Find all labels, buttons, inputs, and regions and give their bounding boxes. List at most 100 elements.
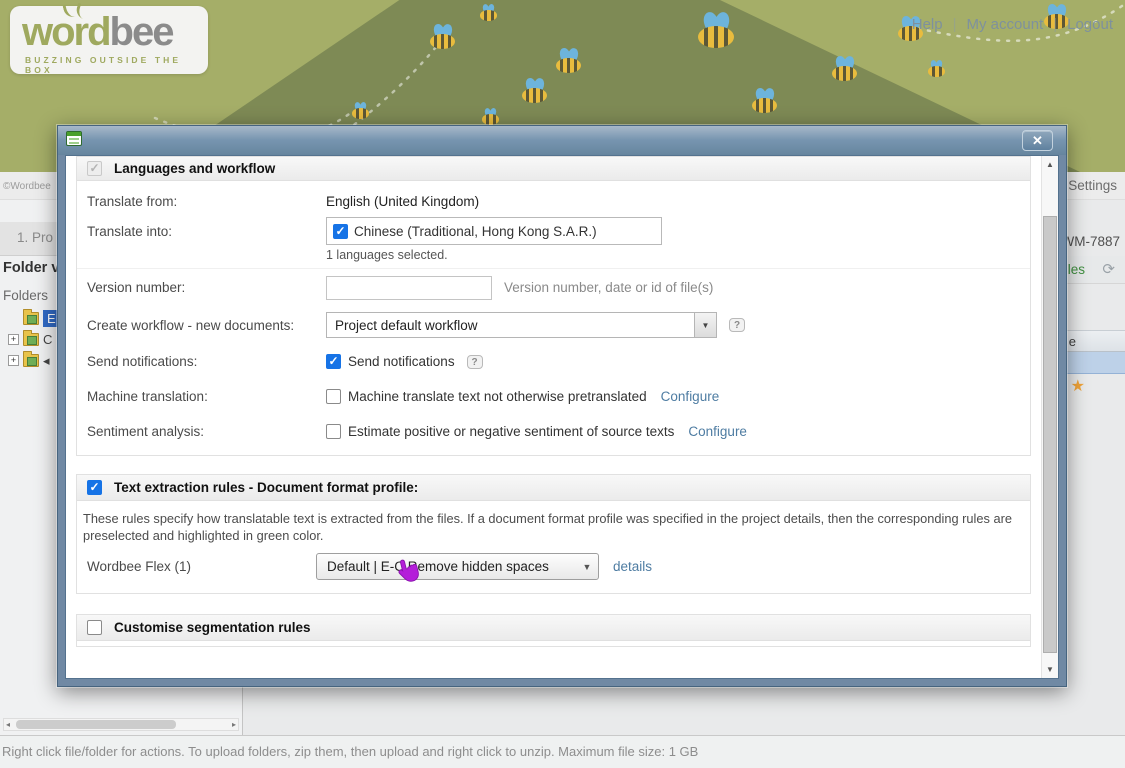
section-header: Text extraction rules - Document format …	[77, 475, 1030, 501]
field-label: Translate from:	[87, 194, 326, 209]
bee-icon	[752, 88, 777, 113]
wordbee-logo: wordbee BUZZING OUTSIDE THE BOX	[10, 6, 208, 74]
bee-icon	[556, 48, 581, 73]
workflow-select-value: Project default workflow	[327, 318, 694, 333]
chevron-down-icon: ▼	[576, 562, 598, 572]
field-label: Wordbee Flex (1)	[87, 559, 316, 574]
section-text-extraction: Text extraction rules - Document format …	[76, 474, 1031, 594]
status-text: Right click file/folder for actions. To …	[2, 744, 698, 759]
checkbox-label: Estimate positive or negative sentiment …	[348, 424, 674, 439]
project-code: WM-7887	[1061, 234, 1120, 249]
logo-bee: bee	[110, 10, 173, 54]
language-label: Chinese (Traditional, Hong Kong S.A.R.)	[354, 224, 597, 239]
languages-selected-summary: 1 languages selected.	[326, 248, 662, 262]
workflow-row: Create workflow - new documents: Project…	[77, 306, 1030, 344]
column-header[interactable]: e	[1069, 334, 1076, 349]
section-header: Languages and workflow	[77, 157, 1030, 181]
logout-link[interactable]: Logout	[1067, 16, 1113, 33]
section-header: Customise segmentation rules	[77, 615, 1030, 641]
format-profile-value: Default | E-C Remove hidden spaces	[317, 559, 576, 574]
chevron-down-icon[interactable]: ▼	[694, 313, 716, 337]
upload-settings-dialog: ✕ Languages and workflow Translate from:…	[57, 125, 1067, 687]
section-title: Customise segmentation rules	[114, 620, 311, 635]
help-icon[interactable]: ?	[467, 355, 483, 369]
dialog-titlebar[interactable]: ✕	[58, 126, 1066, 155]
scrollbar-thumb[interactable]	[16, 720, 176, 729]
version-hint: Version number, date or id of file(s)	[504, 280, 713, 295]
send-notifications-row: Send notifications: Send notifications ?	[77, 344, 1030, 379]
link-separator: |	[1053, 16, 1057, 33]
dialog-body: Languages and workflow Translate from: E…	[65, 155, 1059, 679]
translate-into-row: Translate into: Chinese (Traditional, Ho…	[77, 215, 1030, 262]
bee-icon	[352, 102, 369, 119]
configure-link[interactable]: Configure	[688, 424, 747, 439]
dialog-content: Languages and workflow Translate from: E…	[66, 156, 1041, 678]
bee-icon	[522, 78, 547, 103]
help-link[interactable]: Help	[912, 16, 943, 33]
bee-icon	[482, 108, 499, 125]
scroll-down-icon[interactable]: ▼	[1042, 665, 1058, 674]
field-label: Create workflow - new documents:	[87, 318, 326, 333]
checkbox-label: Machine translate text not otherwise pre…	[348, 389, 647, 404]
logo-word: word	[22, 10, 110, 54]
link-separator: |	[953, 16, 957, 33]
settings-link[interactable]: Settings	[1068, 178, 1117, 193]
scroll-up-icon[interactable]: ▲	[1042, 160, 1058, 169]
checkbox-label: Send notifications	[348, 354, 455, 369]
segmentation-checkbox[interactable]	[87, 620, 102, 635]
top-nav: Help | My account | Logout	[912, 16, 1113, 33]
sentiment-checkbox[interactable]	[326, 424, 341, 439]
bee-icon	[480, 4, 497, 21]
tree-item-label[interactable]: C	[43, 332, 52, 347]
help-icon[interactable]: ?	[729, 318, 745, 332]
section-languages-workflow: Languages and workflow Translate from: E…	[76, 156, 1031, 456]
star-icon[interactable]: ★	[1071, 376, 1085, 396]
scrollbar-thumb[interactable]	[1043, 216, 1057, 653]
machine-translation-checkbox[interactable]	[326, 389, 341, 404]
target-languages-group: Chinese (Traditional, Hong Kong S.A.R.) …	[326, 217, 662, 262]
field-label: Machine translation:	[87, 389, 326, 404]
machine-translation-row: Machine translation: Machine translate t…	[77, 379, 1030, 414]
copyright-text: ©Wordbee	[3, 181, 51, 192]
folder-view-title: Folder v	[3, 260, 59, 276]
field-label: Sentiment analysis:	[87, 424, 326, 439]
bee-icon	[928, 60, 945, 77]
wizard-step-tab[interactable]: 1. Pro	[17, 230, 53, 245]
target-language-option[interactable]: Chinese (Traditional, Hong Kong S.A.R.)	[326, 217, 662, 245]
version-number-input[interactable]	[326, 276, 492, 300]
scroll-right-icon[interactable]: ▸	[232, 719, 236, 730]
section-title: Languages and workflow	[114, 161, 275, 176]
scroll-left-icon[interactable]: ◂	[6, 719, 10, 730]
section-title: Text extraction rules - Document format …	[114, 480, 418, 495]
tree-item-label[interactable]: ◂	[43, 353, 50, 369]
format-profile-select[interactable]: Default | E-C Remove hidden spaces ▼	[316, 553, 599, 580]
version-number-row: Version number: Version number, date or …	[77, 268, 1030, 306]
translate-from-row: Translate from: English (United Kingdom)	[77, 181, 1030, 215]
horizontal-scrollbar[interactable]: ◂ ▸	[3, 718, 239, 731]
field-label: Translate into:	[87, 217, 326, 239]
notifications-checkbox[interactable]	[326, 354, 341, 369]
expander-icon[interactable]: +	[8, 334, 19, 345]
bee-icon	[430, 24, 455, 49]
folders-label: Folders	[3, 288, 48, 303]
bee-icon	[832, 56, 857, 81]
sentiment-analysis-row: Sentiment analysis: Estimate positive or…	[77, 414, 1030, 449]
folder-icon	[23, 354, 39, 367]
folder-icon	[23, 333, 39, 346]
document-icon	[66, 131, 82, 146]
details-link[interactable]: details	[613, 559, 652, 574]
logo-text: wordbee	[22, 12, 208, 52]
language-checkbox[interactable]	[333, 224, 348, 239]
translate-from-value: English (United Kingdom)	[326, 194, 479, 209]
expander-icon[interactable]: +	[8, 355, 19, 366]
workflow-select[interactable]: Project default workflow ▼	[326, 312, 717, 338]
configure-link[interactable]: Configure	[661, 389, 720, 404]
close-button[interactable]: ✕	[1022, 130, 1053, 151]
refresh-icon[interactable]: ⟳	[1102, 260, 1115, 278]
section-checkbox-disabled	[87, 161, 102, 176]
bee-icon	[698, 12, 734, 48]
dialog-scrollbar[interactable]: ▲ ▼	[1041, 156, 1058, 678]
my-account-link[interactable]: My account	[967, 16, 1044, 33]
extraction-checkbox[interactable]	[87, 480, 102, 495]
files-link[interactable]: les	[1068, 262, 1085, 277]
